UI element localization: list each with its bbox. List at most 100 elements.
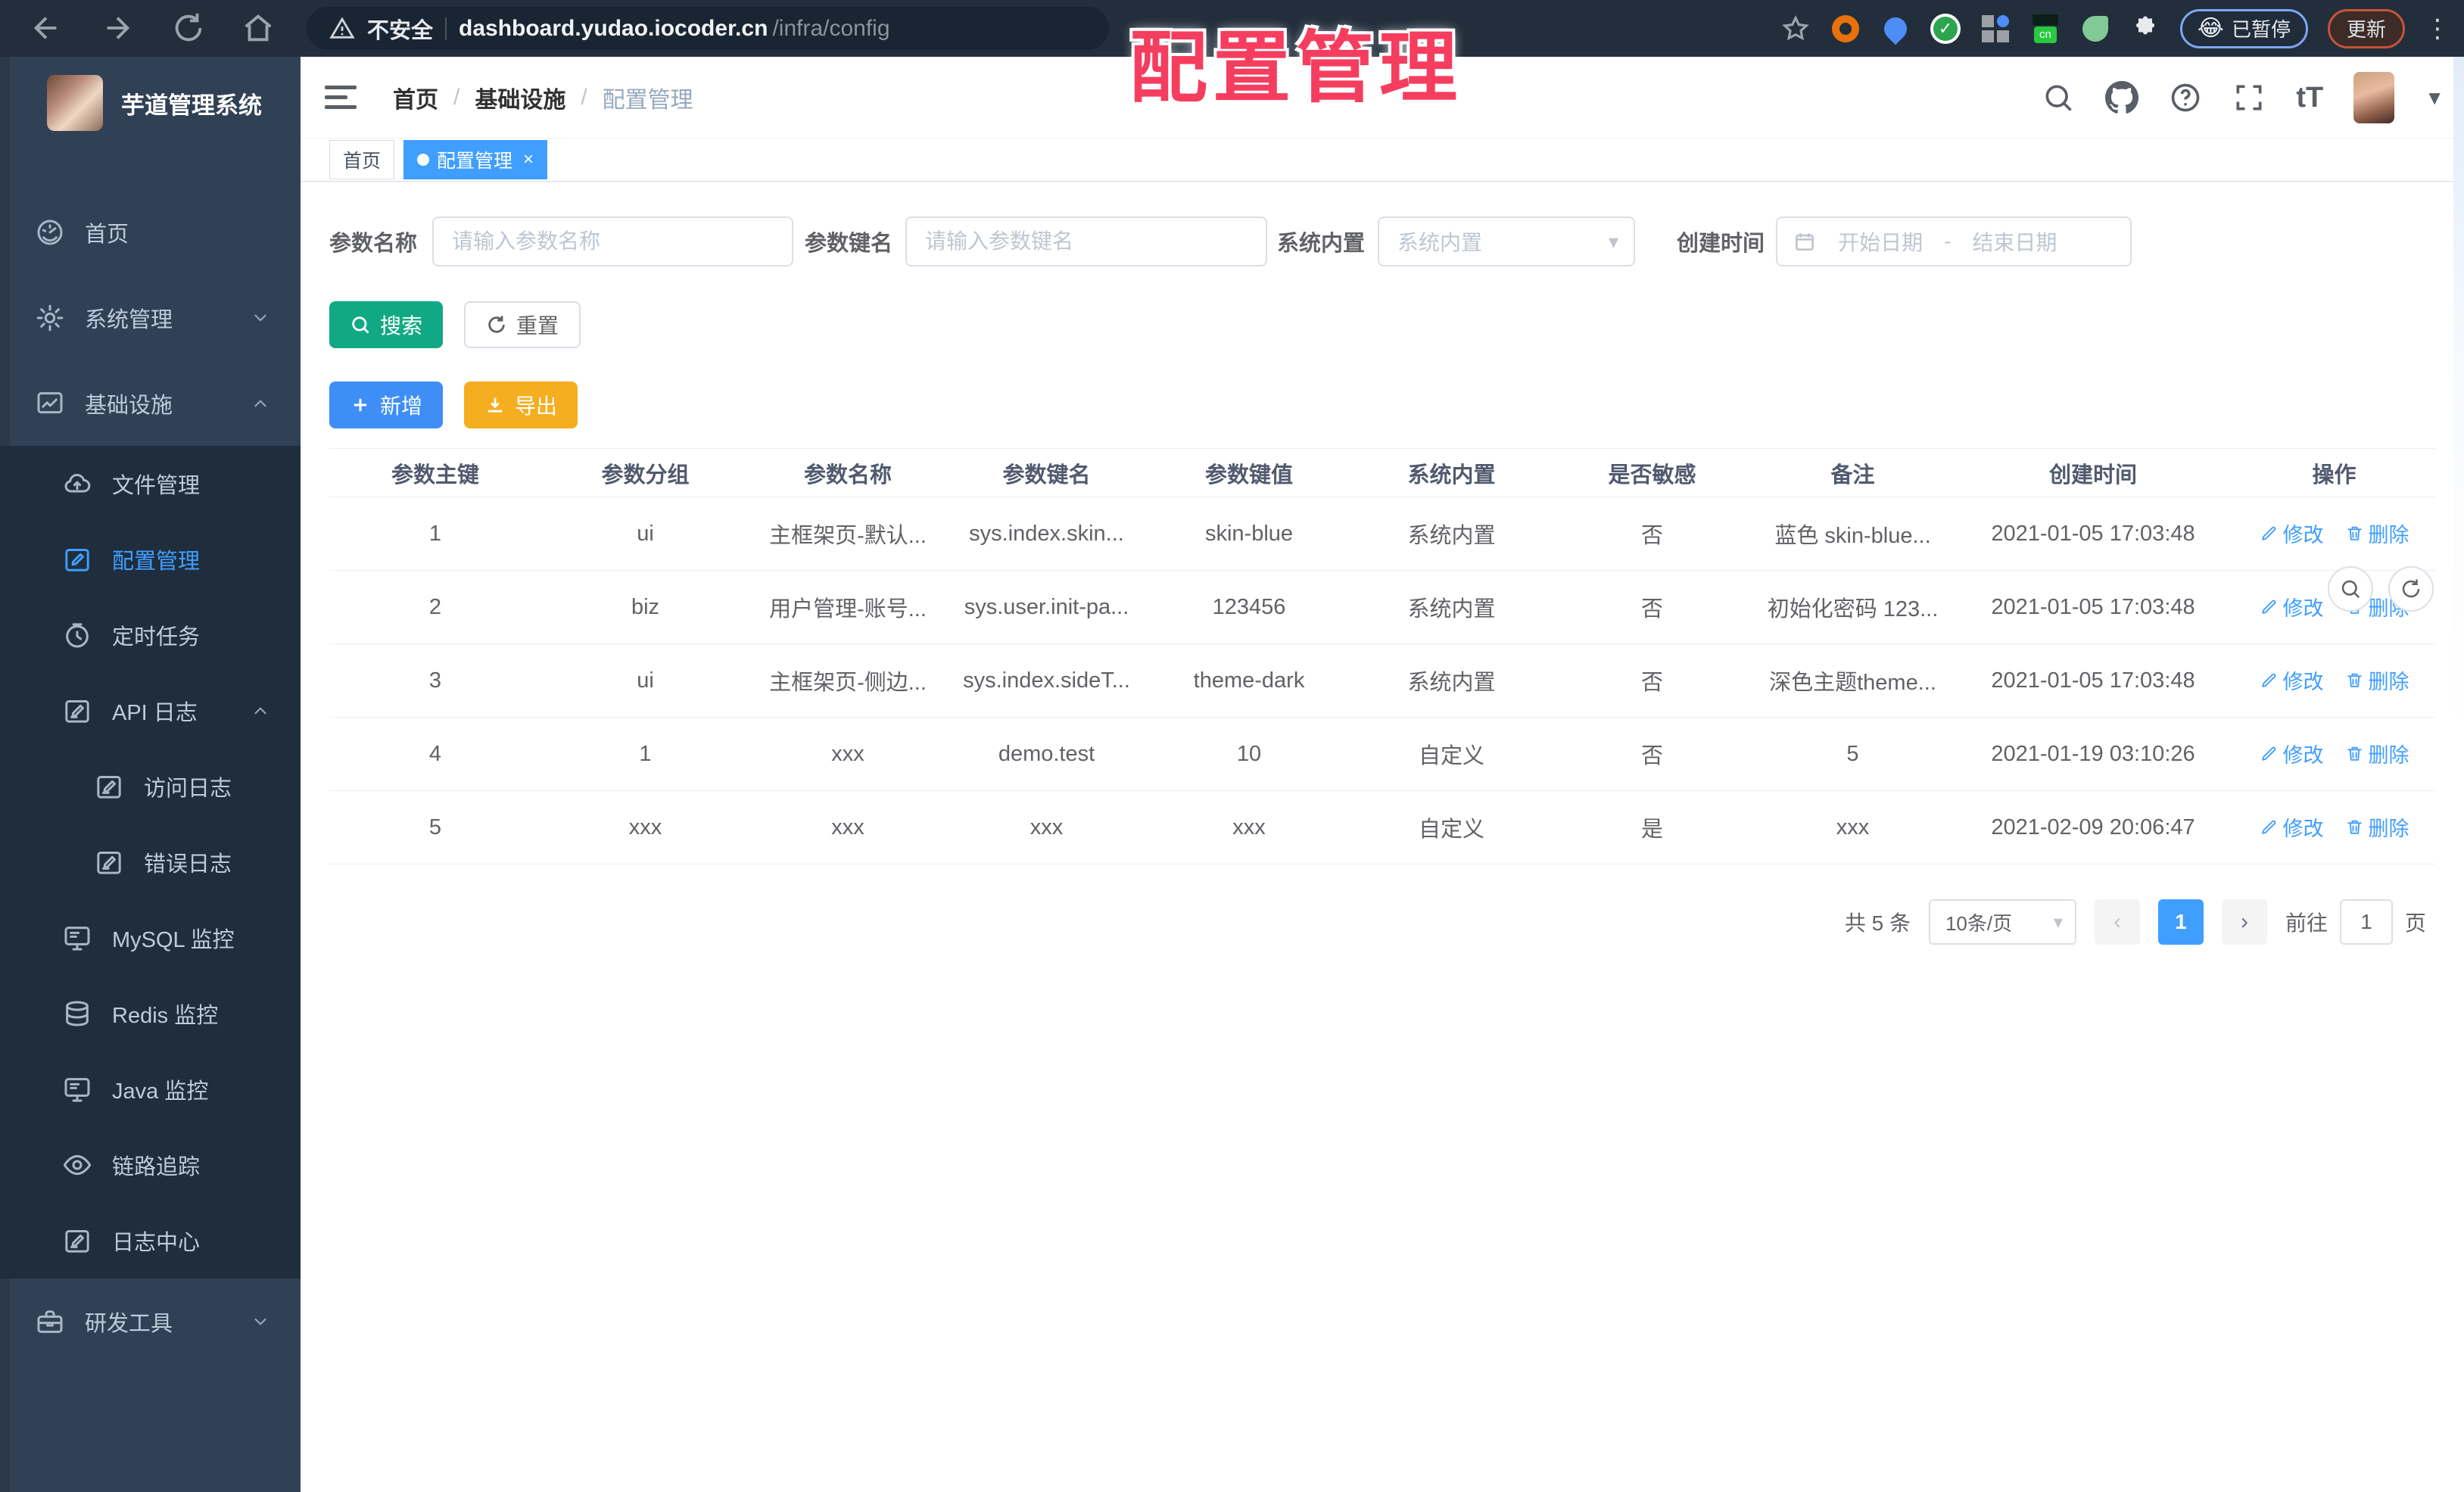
- filter-name-input[interactable]: [432, 216, 794, 266]
- plus-icon: [350, 394, 371, 416]
- browser-forward-icon[interactable]: [100, 11, 135, 45]
- table-cell-sensitive: 否: [1552, 717, 1752, 791]
- sidebar-item-日志中心[interactable]: 日志中心: [0, 1203, 301, 1279]
- user-avatar[interactable]: [2353, 72, 2395, 123]
- filter-daterange-picker[interactable]: 开始日期 - 结束日期: [1776, 216, 2132, 266]
- sidebar-item-Redis 监控[interactable]: Redis 监控: [0, 976, 301, 1051]
- add-button[interactable]: 新增: [329, 382, 444, 428]
- filter-type-select[interactable]: 系统内置 ▾: [1378, 216, 1636, 266]
- table-cell-type: 自定义: [1351, 790, 1552, 864]
- close-icon[interactable]: ×: [523, 149, 534, 170]
- extension-puzzle-icon[interactable]: [2130, 14, 2160, 44]
- goto-page-input[interactable]: [2339, 899, 2393, 945]
- edit-link[interactable]: 修改: [2260, 665, 2324, 695]
- page-number-active[interactable]: 1: [2157, 899, 2204, 945]
- table-row: 1 ui 主框架页-默认... sys.index.skin... skin-blue 系…: [329, 497, 2435, 571]
- profile-paused-badge[interactable]: 😂 已暂停: [2179, 8, 2308, 48]
- search-icon[interactable]: [2042, 81, 2075, 114]
- breadcrumb-infra[interactable]: 基础设施: [475, 81, 565, 114]
- column-header: 是否敏感: [1552, 448, 1752, 497]
- delete-link[interactable]: 删除: [2345, 519, 2409, 548]
- edit-link[interactable]: 修改: [2260, 592, 2324, 621]
- search-button[interactable]: 搜索: [329, 301, 444, 348]
- extension-green-check-icon[interactable]: ✓: [1930, 13, 1961, 44]
- column-header: 参数主键: [329, 448, 541, 497]
- not-secure-warning-icon: [329, 16, 355, 42]
- edit-link[interactable]: 修改: [2260, 812, 2324, 842]
- export-button[interactable]: 导出: [464, 382, 578, 428]
- delete-link[interactable]: 删除: [2345, 665, 2409, 695]
- browser-reload-icon[interactable]: [171, 11, 206, 45]
- breadcrumb-home[interactable]: 首页: [393, 81, 438, 114]
- tab-config-active[interactable]: 配置管理 ×: [403, 140, 548, 179]
- delete-link[interactable]: 删除: [2345, 812, 2409, 842]
- sidebar-submenu: 文件管理 配置管理 定时任务 API 日志 访问日志 错误日志 MySQL 监控 Redis …: [0, 446, 301, 1279]
- table-tools: [2328, 566, 2434, 612]
- sidebar-item-基础设施[interactable]: 基础设施: [0, 360, 301, 446]
- font-size-icon[interactable]: tT: [2296, 82, 2323, 114]
- sidebar-item-研发工具[interactable]: 研发工具: [0, 1279, 301, 1364]
- trash-icon: [2345, 671, 2364, 690]
- browser-back-icon[interactable]: [29, 11, 64, 45]
- toggle-search-button[interactable]: [2328, 566, 2373, 612]
- sidebar-item-访问日志[interactable]: 访问日志: [0, 749, 301, 824]
- extension-orange-icon[interactable]: [1830, 14, 1861, 44]
- refresh-table-button[interactable]: [2388, 566, 2434, 612]
- browser-menu-icon[interactable]: ⋮: [2425, 14, 2450, 44]
- table-cell-remark: 初始化密码 123...: [1752, 570, 1953, 644]
- table-cell-value: 10: [1147, 717, 1351, 791]
- pencil-icon: [2260, 524, 2279, 543]
- help-icon[interactable]: [2169, 81, 2202, 114]
- config-table: 参数主键 参数分组 参数名称 参数键名 参数键值 系统内置 是否敏感 备注 创建时间 操作 1 ui…: [329, 448, 2435, 864]
- next-page-button[interactable]: ›: [2221, 899, 2267, 945]
- table-cell-id: 5: [329, 790, 541, 864]
- active-dot-icon: [417, 154, 430, 166]
- sidebar-item-文件管理[interactable]: 文件管理: [0, 446, 301, 522]
- github-icon[interactable]: [2105, 81, 2139, 114]
- edit-link[interactable]: 修改: [2260, 519, 2324, 548]
- url-path: /infra/config: [772, 15, 890, 41]
- browser-home-icon[interactable]: [241, 11, 276, 45]
- scrollbar-track[interactable]: [2453, 57, 2464, 1492]
- sidebar-item-API 日志[interactable]: API 日志: [0, 673, 301, 749]
- bookmark-star-icon[interactable]: [1780, 14, 1811, 44]
- date-start-placeholder: 开始日期: [1838, 231, 1924, 254]
- table-cell-created: 2021-01-05 17:03:48: [1953, 497, 2233, 571]
- column-header: 参数键名: [946, 448, 1147, 497]
- filter-key-input[interactable]: [905, 216, 1268, 266]
- sidebar-logo-row[interactable]: 芋道管理系统: [0, 57, 301, 139]
- sidebar-item-系统管理[interactable]: 系统管理: [0, 275, 301, 360]
- hamburger-icon[interactable]: [325, 84, 357, 111]
- extension-cn-badge-icon[interactable]: cn: [2030, 14, 2061, 44]
- trash-icon: [2345, 818, 2364, 836]
- sidebar-item-定时任务[interactable]: 定时任务: [0, 597, 301, 673]
- table-cell-group: xxx: [541, 790, 749, 864]
- sidebar-item-首页[interactable]: 首页: [0, 189, 301, 275]
- page-size-select[interactable]: 10条/页 ▾: [1928, 899, 2076, 945]
- table-cell-type: 自定义: [1351, 717, 1552, 791]
- prev-page-button[interactable]: ‹: [2094, 899, 2140, 945]
- caret-down-icon[interactable]: ▼: [2425, 86, 2444, 110]
- column-header: 参数名称: [749, 448, 946, 497]
- chevron-down-icon: ▾: [2053, 911, 2063, 933]
- fullscreen-icon[interactable]: [2232, 81, 2266, 114]
- reset-button[interactable]: 重置: [464, 301, 581, 348]
- sidebar-item-链路追踪[interactable]: 链路追踪: [0, 1127, 301, 1203]
- table-cell-group: ui: [541, 643, 749, 718]
- browser-update-button[interactable]: 更新: [2327, 8, 2405, 48]
- extension-grid-icon[interactable]: [1980, 14, 2011, 44]
- pagination: 共 5 条 10条/页 ▾ ‹ 1 › 前往 页: [329, 899, 2435, 945]
- sidebar-item-Java 监控[interactable]: Java 监控: [0, 1051, 301, 1127]
- briefcase-icon: [35, 1307, 65, 1337]
- sidebar-item-错误日志[interactable]: 错误日志: [0, 824, 301, 900]
- address-bar[interactable]: 不安全 dashboard.yudao.iocoder.cn /infra/co…: [307, 7, 1109, 50]
- column-header: 创建时间: [1953, 448, 2233, 497]
- sidebar-item-MySQL 监控[interactable]: MySQL 监控: [0, 900, 301, 976]
- edit-link[interactable]: 修改: [2260, 739, 2324, 768]
- delete-link[interactable]: 删除: [2345, 739, 2409, 768]
- extension-pin-icon[interactable]: [1879, 12, 1912, 45]
- screen: 不安全 dashboard.yudao.iocoder.cn /infra/co…: [0, 0, 2464, 1492]
- tab-home[interactable]: 首页: [329, 140, 395, 179]
- sidebar-item-配置管理[interactable]: 配置管理: [0, 522, 301, 597]
- extension-leaf-icon[interactable]: [2080, 14, 2110, 44]
